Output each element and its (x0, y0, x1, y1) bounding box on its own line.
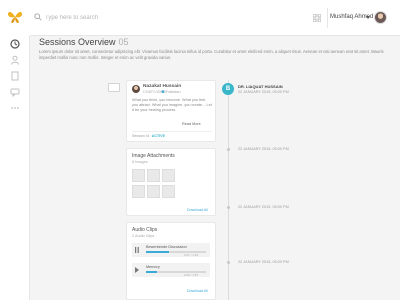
page-description: Lorem ipsum dolor sit amet, consectetur … (39, 49, 384, 60)
sidebar-item-user[interactable] (9, 54, 21, 66)
image-thumbnail[interactable] (147, 185, 160, 198)
grid-icon[interactable] (313, 14, 321, 22)
sidebar-item-clock[interactable] (9, 38, 21, 50)
audio-clip-row[interactable]: Bewerbende Discussion 0:47 / 1:24 (132, 243, 210, 257)
app-window: Mushfaq Ahmed (0, 0, 400, 300)
audio-progress-fill (146, 271, 157, 273)
audio-clips-card: Audio Clips 2 Audio Clips Bewerbende Dis… (126, 222, 216, 300)
image-thumbnail[interactable] (132, 185, 145, 198)
search-input[interactable] (45, 11, 195, 25)
divider (132, 131, 212, 132)
timeline-line (228, 80, 229, 300)
play-icon[interactable] (135, 267, 139, 273)
images-count: 6 Images (132, 160, 148, 164)
image-attachments-card: Image Attachments 6 Images Download All (126, 148, 216, 216)
image-thumbnail[interactable] (162, 169, 175, 182)
timeline-date: 22 JANUARY 2015, 05:00 PM (238, 90, 289, 94)
sidebar-item-more[interactable] (9, 102, 21, 114)
session-status-value: ACTIVE (151, 134, 165, 138)
read-more-link[interactable]: Read More (182, 122, 201, 126)
page-title: Sessions Overview 05 (39, 37, 129, 47)
avatar[interactable] (374, 11, 387, 24)
butterfly-logo-icon[interactable] (0, 0, 30, 36)
keyboard-icon (108, 83, 120, 92)
audio-download-link[interactable]: Download All (187, 289, 208, 293)
images-title: Image Attachments (132, 153, 175, 159)
more-icon (11, 107, 19, 109)
session-count: 05 (118, 37, 129, 47)
image-thumbnail[interactable] (162, 185, 175, 198)
page-title-text: Sessions Overview (39, 37, 116, 47)
timeline-date: 22 JANUARY 2015, 05:00 PM (238, 205, 289, 209)
sidebar-item-chat[interactable] (9, 86, 21, 98)
location-icon (161, 90, 165, 93)
session-card: Nazakat Hussain CHAT/VIDEO Pakistan What… (126, 80, 216, 142)
images-download-link[interactable]: Download All (187, 208, 208, 212)
audio-progress-fill (146, 251, 169, 253)
audio-duration: 0:20 / 1:57 (184, 273, 199, 277)
top-bar: Mushfaq Ahmed (0, 0, 400, 36)
session-location: Pakistan (166, 90, 181, 94)
session-status: Session Id : ACTIVE (132, 134, 165, 138)
timeline-dot (227, 261, 230, 264)
session-message: What you think, you become. What you fee… (132, 98, 212, 113)
audio-clip-label: Memory (146, 265, 160, 269)
timeline-date: 22 JANUARY 2015, 05:00 PM (238, 147, 289, 151)
timeline-name: DR. LIAQUAT HUSSAIN (238, 84, 283, 89)
audio-clip-row[interactable]: Memory 0:20 / 1:57 (132, 263, 210, 277)
clock-icon (10, 39, 20, 49)
audio-title: Audio Clips (132, 227, 158, 233)
timeline-dot (227, 206, 230, 209)
audio-clip-label: Bewerbende Discussion (146, 245, 187, 249)
sidebar-item-document[interactable] (9, 70, 21, 82)
timeline-date: 22 JANUARY 2015, 05:00 PM (238, 260, 289, 264)
image-thumbnail[interactable] (147, 169, 160, 182)
topbar-divider (327, 8, 328, 28)
document-icon (11, 71, 19, 81)
image-thumbnail[interactable] (132, 169, 145, 182)
audio-duration: 0:47 / 1:24 (184, 253, 199, 257)
session-user-name: Nazakat Hussain (143, 84, 182, 89)
audio-count: 2 Audio Clips (132, 234, 155, 238)
pause-icon[interactable] (135, 247, 139, 253)
session-status-label: Session Id : (132, 134, 151, 138)
user-icon (11, 55, 19, 65)
sidebar (0, 36, 30, 300)
search-icon[interactable] (34, 13, 42, 21)
timeline-badge[interactable]: B (222, 83, 234, 95)
chat-icon (10, 88, 20, 97)
caret-down-icon[interactable] (366, 16, 370, 19)
session-avatar (132, 85, 140, 93)
timeline-dot (227, 148, 230, 151)
